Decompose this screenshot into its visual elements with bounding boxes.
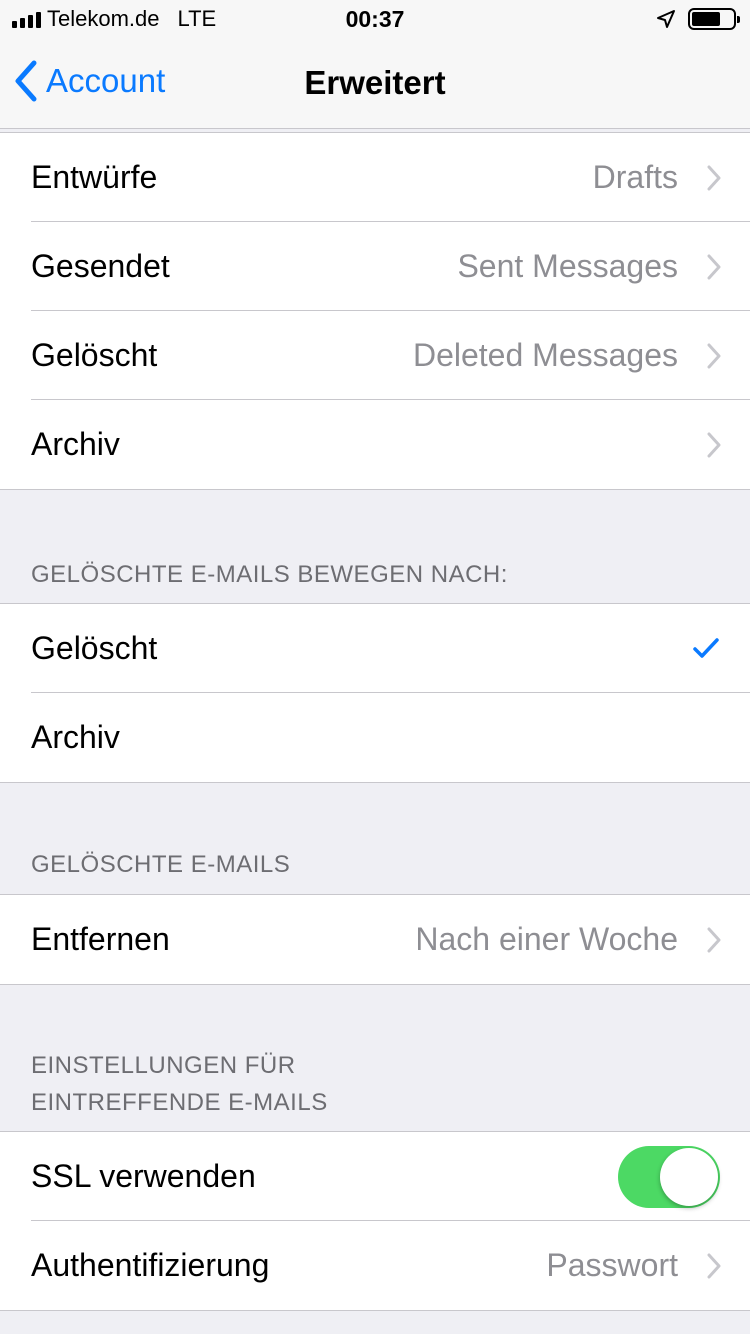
row-label: SSL verwenden	[31, 1158, 256, 1194]
option-archive[interactable]: Archiv	[0, 692, 750, 782]
battery-icon	[688, 8, 740, 30]
row-authentication[interactable]: Authentifizierung Passwort	[0, 1220, 750, 1310]
section-header-incoming: EINSTELLUNGEN FÜR EINTREFFENDE E-MAILS	[31, 1047, 721, 1121]
chevron-right-icon	[707, 432, 721, 458]
chevron-right-icon	[707, 254, 721, 280]
mailbox-group: Entwürfe Drafts Gesendet Sent Messages G…	[0, 132, 750, 490]
chevron-right-icon	[707, 927, 721, 953]
status-right	[656, 8, 740, 30]
row-ssl: SSL verwenden	[0, 1132, 750, 1221]
row-label: Authentifizierung	[31, 1247, 270, 1283]
row-value: Nach einer Woche	[415, 921, 678, 957]
move-deleted-group: Gelöscht Archiv	[0, 603, 750, 783]
section-header-line: EINTREFFENDE E-MAILS	[31, 1089, 328, 1116]
chevron-right-icon	[707, 343, 721, 369]
option-label: Gelöscht	[31, 630, 158, 666]
row-value: Passwort	[546, 1247, 678, 1283]
option-deleted[interactable]: Gelöscht	[0, 604, 750, 693]
status-bar: Telekom.de LTE 00:37	[0, 0, 750, 40]
row-value: Drafts	[592, 159, 678, 195]
row-value: Sent Messages	[457, 248, 678, 284]
row-drafts[interactable]: Entwürfe Drafts	[0, 133, 750, 222]
navigation-bar: Account Erweitert	[0, 40, 750, 129]
row-label: Entfernen	[31, 921, 170, 957]
chevron-right-icon	[707, 165, 721, 191]
row-archive[interactable]: Archiv	[0, 399, 750, 489]
location-arrow-icon	[657, 10, 675, 28]
row-label: Gesendet	[31, 248, 170, 284]
ssl-toggle[interactable]	[618, 1146, 720, 1208]
row-label: Archiv	[31, 426, 120, 462]
row-label: Gelöscht	[31, 337, 158, 373]
row-deleted[interactable]: Gelöscht Deleted Messages	[0, 310, 750, 400]
row-label: Entwürfe	[31, 159, 158, 195]
deleted-mails-group: Entfernen Nach einer Woche	[0, 894, 750, 985]
incoming-group: SSL verwenden Authentifizierung Passwort	[0, 1131, 750, 1311]
row-remove[interactable]: Entfernen Nach einer Woche	[0, 895, 750, 984]
row-sent[interactable]: Gesendet Sent Messages	[0, 221, 750, 311]
page-title: Erweitert	[304, 64, 446, 101]
section-header-deleted-mails: GELÖSCHTE E-MAILS	[31, 851, 291, 878]
option-label: Archiv	[31, 719, 120, 755]
section-header-move-deleted: GELÖSCHTE E-MAILS BEWEGEN NACH:	[31, 561, 508, 588]
row-value: Deleted Messages	[412, 337, 678, 373]
checkmark-icon	[693, 638, 719, 658]
status-time: 00:37	[345, 6, 405, 32]
section-header-line: EINSTELLUNGEN FÜR	[31, 1052, 296, 1079]
chevron-right-icon	[707, 1253, 721, 1279]
toggle-knob	[660, 1148, 718, 1206]
